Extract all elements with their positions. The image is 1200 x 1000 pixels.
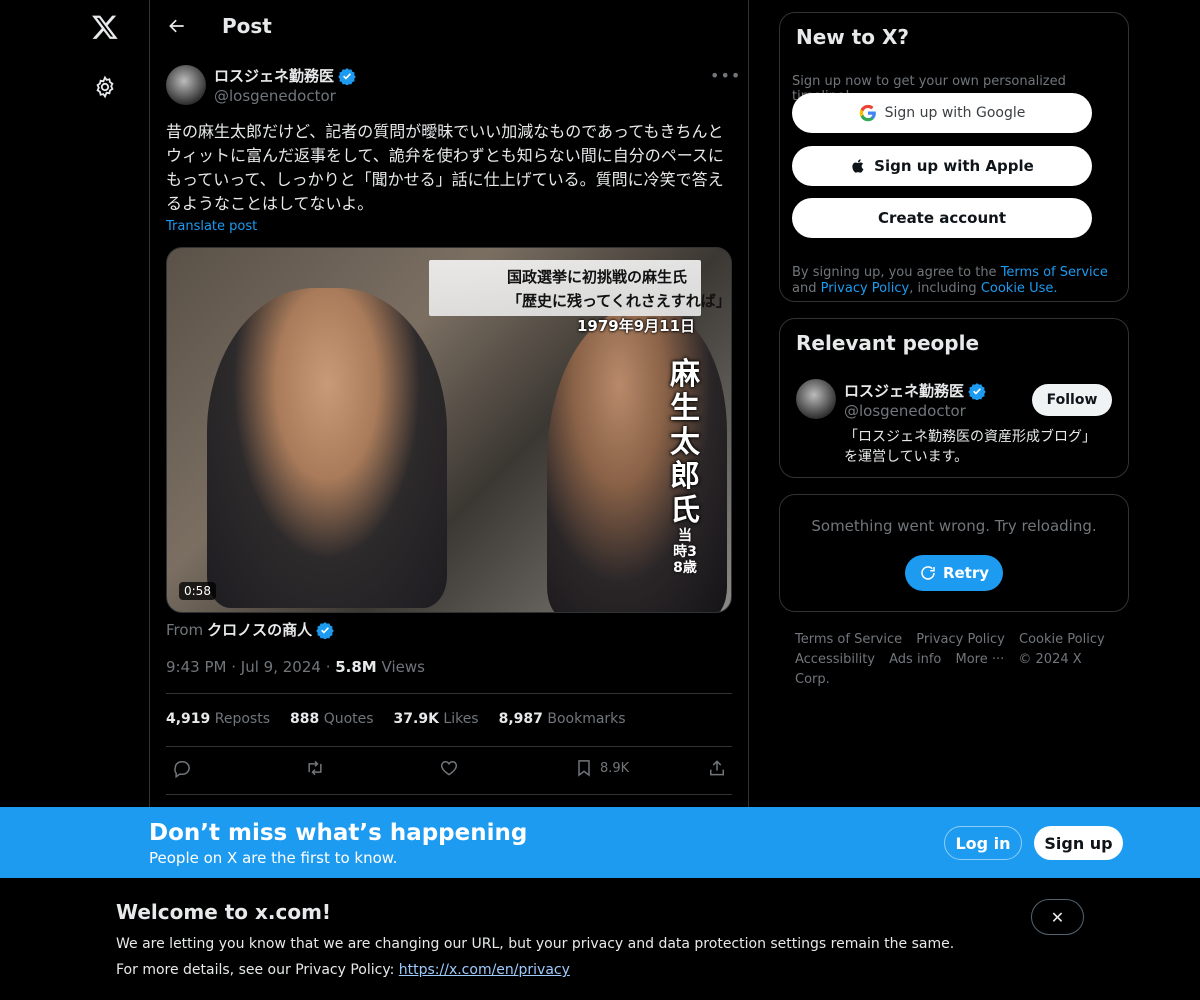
- video-frame-person: [207, 288, 447, 608]
- action-bar: 8.9K: [166, 756, 732, 786]
- retry-button[interactable]: Retry: [905, 555, 1003, 591]
- author-handle[interactable]: @losgenedoctor: [214, 87, 336, 105]
- reply-icon[interactable]: [172, 758, 192, 778]
- retry-icon: [921, 566, 935, 580]
- x-logo-icon[interactable]: [88, 10, 122, 44]
- retry-label: Retry: [942, 564, 990, 582]
- terms-link[interactable]: Terms of Service: [1001, 265, 1108, 280]
- privacy-policy-link[interactable]: https://x.com/en/privacy: [399, 962, 570, 978]
- more-icon[interactable]: •••: [710, 66, 740, 86]
- cookie-link[interactable]: Cookie Use.: [981, 281, 1058, 296]
- create-account-button[interactable]: Create account: [792, 198, 1092, 238]
- error-message: Something went wrong. Try reloading.: [811, 517, 1097, 535]
- signup-button[interactable]: Sign up: [1034, 826, 1123, 860]
- new-to-x-card: New to X? Sign up now to get your own pe…: [779, 12, 1129, 302]
- footer-link[interactable]: Terms of Service: [795, 632, 902, 647]
- quotes-stat[interactable]: 888 Quotes: [290, 711, 374, 727]
- follow-button[interactable]: Follow: [1032, 384, 1112, 416]
- tweet-text: 昔の麻生太郎だけど、記者の質問が曖昧でいい加減なものであってもきちんとウィットに…: [166, 122, 724, 213]
- relevant-people-card: Relevant people ロスジェネ勤務医 @losgenedoctor …: [779, 318, 1129, 478]
- bookmarks-stat[interactable]: 8,987 Bookmarks: [499, 711, 626, 727]
- login-button[interactable]: Log in: [944, 826, 1022, 860]
- bookmark-count: 8.9K: [600, 760, 630, 776]
- video-caption-line2: 「歴史に残ってくれさえすれば」: [507, 292, 731, 310]
- back-arrow-icon[interactable]: [164, 13, 190, 39]
- video-vertical-name: 麻生太郎氏: [670, 357, 700, 528]
- post-date[interactable]: Jul 9, 2024: [241, 658, 321, 676]
- welcome-notice: Welcome to x.com! We are letting you kno…: [0, 878, 1200, 1000]
- google-icon: [859, 104, 876, 122]
- gear-icon[interactable]: [90, 72, 120, 102]
- views-count: 5.8M: [335, 658, 377, 676]
- footer-link[interactable]: Ads info: [889, 652, 941, 667]
- translate-link[interactable]: Translate post: [166, 219, 257, 234]
- divider: [166, 794, 732, 795]
- verified-badge-icon: [968, 382, 986, 400]
- author-name-text: ロスジェネ勤務医: [214, 67, 335, 85]
- google-signup-label: Sign up with Google: [884, 105, 1026, 121]
- video-caption-date: 1979年9月11日: [577, 317, 696, 335]
- new-to-x-title: New to X?: [796, 25, 910, 49]
- footer-link[interactable]: Privacy Policy: [916, 632, 1005, 647]
- relevant-person-name-text: ロスジェネ勤務医: [844, 382, 965, 400]
- error-card: Something went wrong. Try reloading. Ret…: [779, 494, 1129, 612]
- video-caption-line1: 国政選挙に初挑戦の麻生氏: [507, 268, 688, 286]
- verified-badge-icon: [338, 67, 356, 85]
- signup-banner: Don’t miss what’s happening People on X …: [0, 807, 1200, 878]
- divider: [166, 746, 732, 747]
- relevant-people-title: Relevant people: [796, 331, 980, 355]
- from-source: From クロノスの商人: [166, 619, 334, 640]
- relevant-person-handle[interactable]: @losgenedoctor: [844, 402, 966, 420]
- reposts-stat[interactable]: 4,919 Reposts: [166, 711, 270, 727]
- video-duration: 0:58: [179, 582, 216, 600]
- footer-link[interactable]: More ···: [955, 652, 1004, 667]
- engagement-stats: 4,919 Reposts 888 Quotes 37.9K Likes 8,9…: [166, 711, 626, 727]
- avatar[interactable]: [166, 65, 206, 105]
- apple-signup-label: Sign up with Apple: [874, 157, 1034, 175]
- verified-badge-icon: [316, 621, 334, 639]
- apple-signup-button[interactable]: Sign up with Apple: [792, 146, 1092, 186]
- from-source-name[interactable]: クロノスの商人: [207, 619, 312, 640]
- close-icon[interactable]: ✕: [1031, 899, 1084, 935]
- footer-link[interactable]: Accessibility: [795, 652, 875, 667]
- notice-line2: For more details, see our Privacy Policy…: [116, 962, 570, 978]
- relevant-person-bio: 「ロスジェネ勤務医の資産形成ブログ」を運営しています。: [844, 429, 1096, 465]
- relevant-person-name[interactable]: ロスジェネ勤務医: [844, 380, 986, 401]
- notice-line2-text: For more details, see our Privacy Policy…: [116, 962, 399, 978]
- signup-legal-text: By signing up, you agree to the Terms of…: [792, 265, 1108, 296]
- banner-title: Don’t miss what’s happening: [149, 820, 528, 846]
- author-name[interactable]: ロスジェネ勤務医: [214, 65, 356, 86]
- from-label: From: [166, 620, 204, 639]
- apple-icon: [852, 159, 864, 173]
- video-vertical-age: 当時38歳: [673, 528, 697, 576]
- page-title: Post: [222, 14, 272, 38]
- privacy-link[interactable]: Privacy Policy: [821, 281, 910, 296]
- share-icon[interactable]: [707, 758, 727, 778]
- post-time[interactable]: 9:43 PM: [166, 658, 226, 676]
- footer-links: Terms of Service Privacy Policy Cookie P…: [795, 630, 1125, 690]
- avatar[interactable]: [796, 379, 836, 419]
- video-player[interactable]: 国政選挙に初挑戦の麻生氏 「歴史に残ってくれさえすれば」 1979年9月11日 …: [166, 247, 732, 613]
- divider: [166, 693, 732, 694]
- notice-title: Welcome to x.com!: [116, 900, 332, 924]
- post-header: Post: [150, 0, 748, 54]
- like-icon[interactable]: [439, 758, 459, 778]
- notice-line1: We are letting you know that we are chan…: [116, 936, 955, 952]
- views-label: Views: [381, 658, 425, 676]
- likes-stat[interactable]: 37.9K Likes: [394, 711, 479, 727]
- google-signup-button[interactable]: Sign up with Google: [792, 93, 1092, 133]
- repost-icon[interactable]: [304, 758, 326, 778]
- bookmark-icon[interactable]: 8.9K: [574, 758, 629, 778]
- banner-subtitle: People on X are the first to know.: [149, 849, 398, 867]
- post-meta: 9:43 PM · Jul 9, 2024 · 5.8M Views: [166, 658, 425, 676]
- footer-link[interactable]: Cookie Policy: [1019, 632, 1105, 647]
